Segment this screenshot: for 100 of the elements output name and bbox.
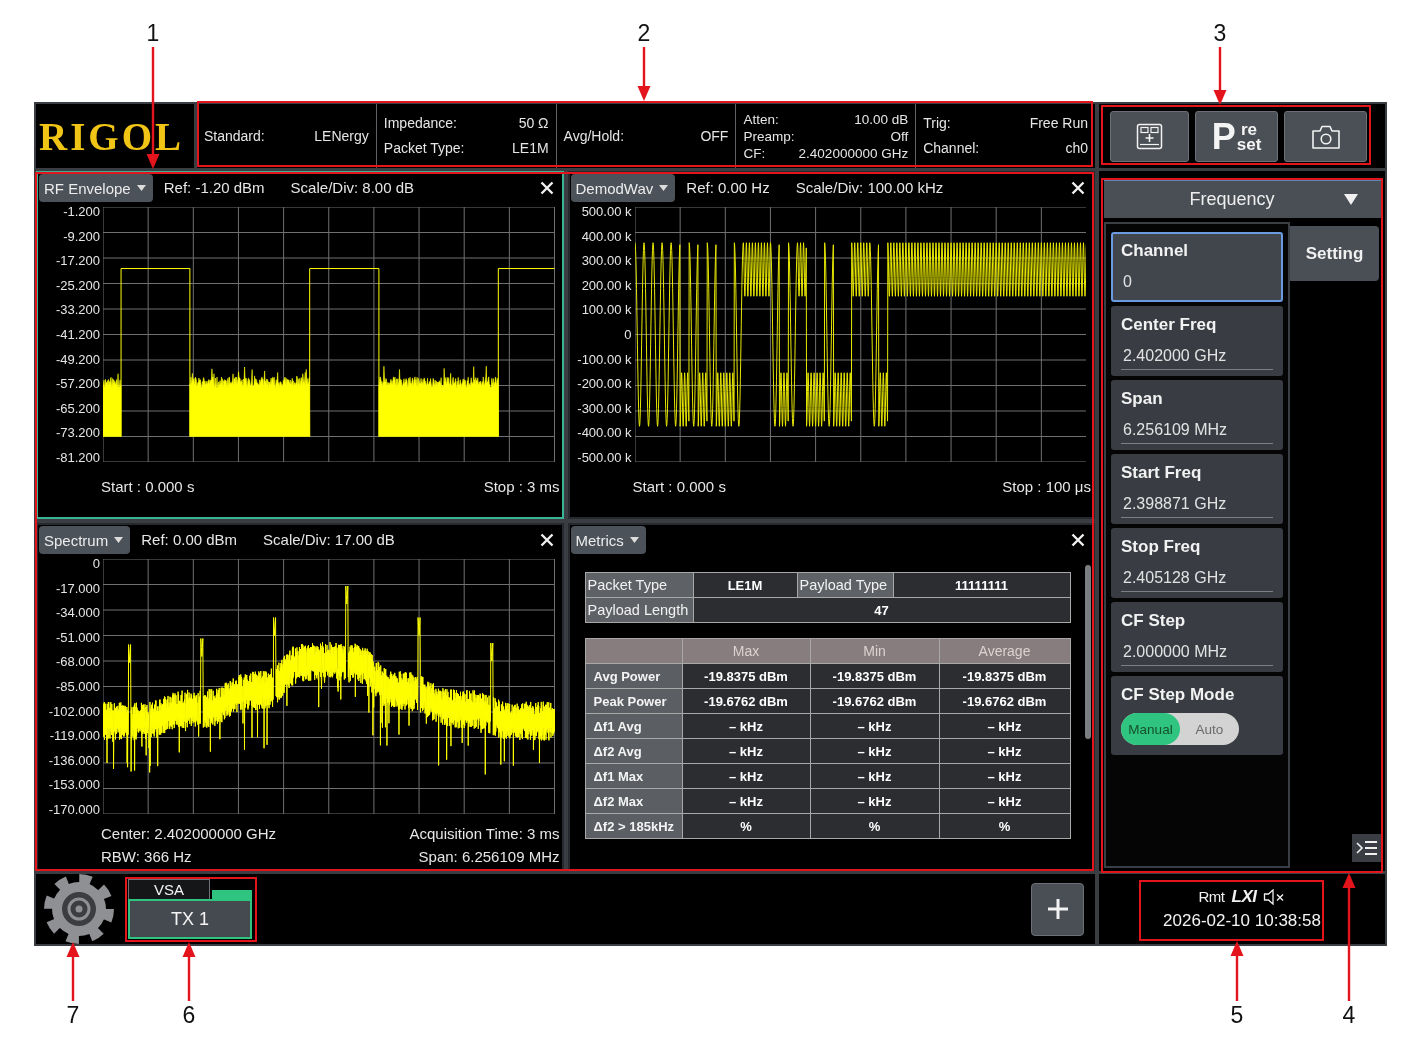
callout-number: 3 xyxy=(1212,19,1228,47)
mode-tab[interactable]: VSA xyxy=(128,879,210,899)
axis-label: -51.000 xyxy=(55,629,100,645)
speaker-muted-icon[interactable] xyxy=(1263,888,1286,905)
axis-caption: Acquisition Time: 3 ms xyxy=(409,824,560,844)
callout-arrow xyxy=(637,47,651,101)
axis-label: -68.000 xyxy=(55,654,100,670)
value-field[interactable]: 2.402000 GHz xyxy=(1121,345,1273,370)
row-header: Packet Type xyxy=(585,572,693,598)
date-time: 2026-02-10 10:38:58 xyxy=(1163,909,1321,932)
scale-per-division: Scale/Div: 8.00 dB xyxy=(290,178,414,198)
window-menu-button[interactable]: Metrics xyxy=(570,526,646,554)
table-cell: 47 xyxy=(693,597,1070,623)
axis-label: -9.200 xyxy=(63,228,100,244)
scale-per-division: Scale/Div: 100.00 kHz xyxy=(795,178,944,198)
axis-label: -73.200 xyxy=(55,425,100,441)
scrollbar[interactable] xyxy=(1085,565,1091,739)
parameter-label: Span xyxy=(1121,388,1164,410)
callout-number: 5 xyxy=(1229,1001,1245,1029)
table-cell: -19.6762 dBm xyxy=(682,688,810,714)
panel-collapse-button[interactable] xyxy=(1352,834,1382,862)
table-cell: % xyxy=(939,813,1070,839)
axis-label: -81.200 xyxy=(55,449,100,465)
screenshot-button[interactable] xyxy=(1284,111,1367,162)
table-cell: – kHz xyxy=(810,738,939,764)
axis-label: -500.00 k xyxy=(577,449,632,465)
axis-label: 100.00 k xyxy=(581,302,632,318)
callout-arrow xyxy=(1230,941,1244,1001)
parameter-card[interactable]: Start Freq 2.398871 GHz xyxy=(1111,454,1283,524)
caret-icon xyxy=(629,537,639,543)
callout-arrow xyxy=(1213,47,1227,105)
side-tab[interactable]: Setting xyxy=(1290,226,1379,281)
close-icon[interactable] xyxy=(539,181,554,195)
axis-label: 0 xyxy=(624,326,632,342)
table-cell: -19.8375 dBm xyxy=(682,663,810,689)
axis-caption: Start : 0.000 s xyxy=(632,477,726,497)
menu-dropdown[interactable]: Frequency xyxy=(1104,181,1382,218)
value-field[interactable]: 6.256109 MHz xyxy=(1121,419,1273,444)
reference-level: Ref: -1.20 dBm xyxy=(163,178,265,198)
parameter-label: Channel xyxy=(1121,240,1190,262)
reference-level: Ref: 0.00 Hz xyxy=(686,178,770,198)
info-label: Atten: xyxy=(743,110,779,128)
axis-label: 0 xyxy=(92,556,100,571)
caret-icon xyxy=(136,185,146,191)
info-label: Trig: xyxy=(923,114,951,133)
axis-label: -136.000 xyxy=(48,752,100,768)
value-field[interactable]: 2.000000 MHz xyxy=(1121,641,1273,666)
row-header: Δf2 > 185kHz xyxy=(585,813,682,839)
table-cell: -19.6762 dBm xyxy=(810,688,939,714)
info-value: 10.00 dB xyxy=(854,110,909,128)
row-header: Δf1 Avg xyxy=(585,713,682,739)
info-value: ch0 xyxy=(1065,139,1088,158)
parameter-card[interactable]: CF Step Mode Manual Auto xyxy=(1111,676,1283,755)
value-field[interactable]: 2.405128 GHz xyxy=(1121,567,1273,592)
switch-option[interactable]: Manual xyxy=(1121,713,1180,745)
value-field[interactable]: 0 xyxy=(1121,271,1273,296)
row-header: Payload Length xyxy=(585,597,693,623)
axis-caption: Span: 6.256109 MHz xyxy=(418,847,560,867)
add-button[interactable] xyxy=(1031,882,1084,936)
parameter-label: CF Step Mode xyxy=(1121,684,1236,706)
axis-label: -200.00 k xyxy=(577,376,632,392)
table-cell: -19.8375 dBm xyxy=(939,663,1070,689)
table-cell: % xyxy=(682,813,810,839)
info-value: Free Run xyxy=(1029,114,1088,133)
callout-number: 2 xyxy=(636,19,652,47)
parameter-card[interactable]: Channel 0 xyxy=(1111,232,1283,302)
close-icon[interactable] xyxy=(1071,533,1085,547)
close-icon[interactable] xyxy=(539,533,554,547)
gear-icon[interactable] xyxy=(43,873,115,945)
axis-caption: Center: 2.402000000 GHz xyxy=(101,824,277,844)
axis-label: -170.000 xyxy=(48,801,100,817)
table-cell: LE1M xyxy=(693,572,797,598)
parameter-card[interactable]: CF Step 2.000000 MHz xyxy=(1111,602,1283,672)
axis-label: -65.200 xyxy=(55,400,100,416)
table-cell: – kHz xyxy=(939,788,1070,814)
table-cell: – kHz xyxy=(682,738,810,764)
axis-label: -102.000 xyxy=(48,703,100,719)
parameter-card[interactable]: Span 6.256109 MHz xyxy=(1111,380,1283,450)
parameter-label: Start Freq xyxy=(1121,462,1203,484)
axis-label: -34.000 xyxy=(55,605,100,621)
axis-label: -49.200 xyxy=(55,351,100,367)
info-label: CF: xyxy=(743,144,766,162)
info-label: Channel: xyxy=(923,139,980,158)
close-icon[interactable] xyxy=(1071,181,1085,195)
switch-option[interactable]: Auto xyxy=(1180,713,1239,745)
row-header: Avg Power xyxy=(585,663,682,689)
info-label: Preamp: xyxy=(743,127,795,145)
value-field[interactable]: 2.398871 GHz xyxy=(1121,493,1273,518)
view-layout-button[interactable] xyxy=(1110,111,1189,162)
row-header: Payload Type xyxy=(797,572,893,598)
instrument-tab[interactable]: TX 1 xyxy=(128,899,252,939)
window-menu-button[interactable]: Spectrum xyxy=(39,526,131,554)
window-menu-button[interactable]: RF Envelope xyxy=(39,174,153,202)
axis-label: -400.00 k xyxy=(577,425,632,441)
parameter-card[interactable]: Stop Freq 2.405128 GHz xyxy=(1111,528,1283,598)
caret-icon xyxy=(114,537,124,543)
callout-arrow xyxy=(66,942,80,1001)
window-menu-button[interactable]: DemodWav xyxy=(570,174,676,202)
mode-switch[interactable]: Manual Auto xyxy=(1121,713,1239,745)
parameter-card[interactable]: Center Freq 2.402000 GHz xyxy=(1111,306,1283,376)
